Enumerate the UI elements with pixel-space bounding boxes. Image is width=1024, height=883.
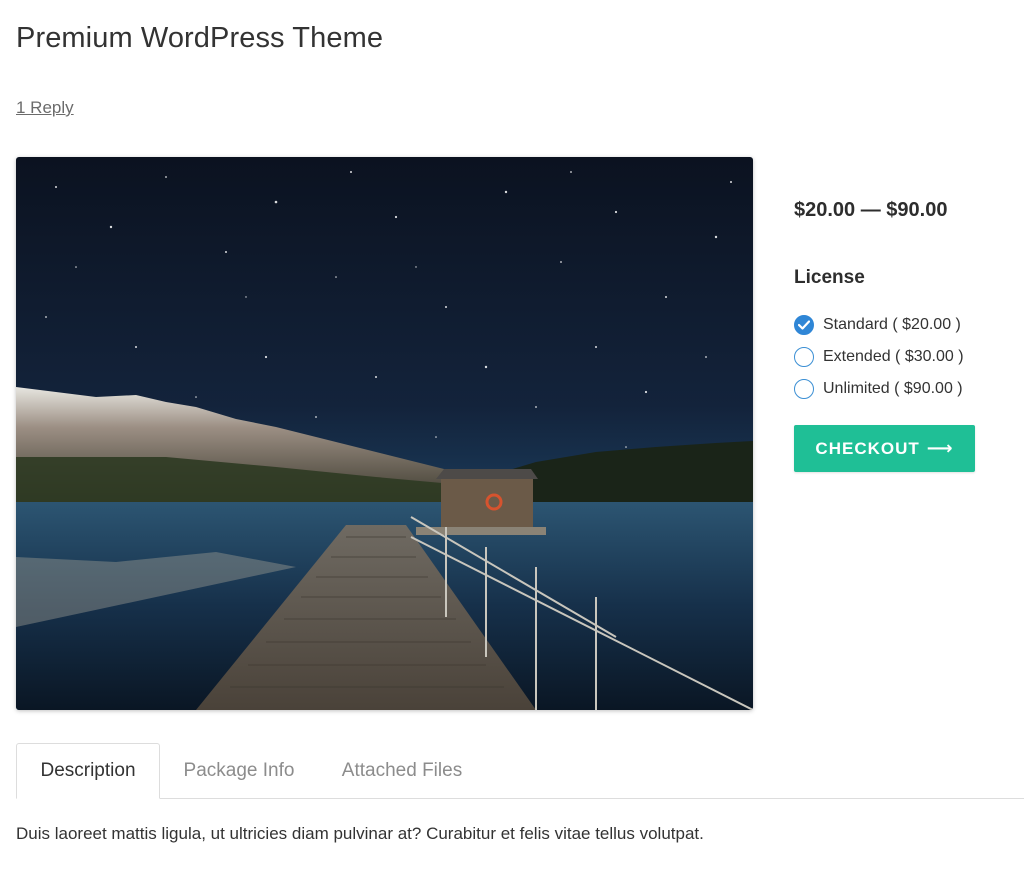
radio-checked-icon[interactable] xyxy=(794,315,814,335)
license-option-label: Unlimited ( $90.00 ) xyxy=(823,380,963,397)
license-option-standard[interactable]: Standard ( $20.00 ) xyxy=(794,309,964,341)
checkout-button[interactable]: CHECKOUT ⟶ xyxy=(794,425,975,472)
license-option-label: Standard ( $20.00 ) xyxy=(823,316,961,333)
tab-attached-files[interactable]: Attached Files xyxy=(328,743,476,799)
price-range: $20.00 — $90.00 xyxy=(794,199,948,221)
description-text: Duis laoreet mattis ligula, ut ultricies… xyxy=(16,824,704,843)
product-tabs: Description Package Info Attached Files xyxy=(16,743,1024,799)
reply-link[interactable]: 1 Reply xyxy=(16,98,74,118)
product-image xyxy=(16,157,753,710)
radio-unchecked-icon[interactable] xyxy=(794,347,814,367)
tab-description[interactable]: Description xyxy=(16,743,160,799)
arrow-right-icon: ⟶ xyxy=(926,438,954,458)
page-title: Premium WordPress Theme xyxy=(16,22,384,54)
license-option-label: Extended ( $30.00 ) xyxy=(823,348,964,365)
license-options: Standard ( $20.00 ) Extended ( $30.00 ) … xyxy=(794,309,964,405)
license-option-unlimited[interactable]: Unlimited ( $90.00 ) xyxy=(794,373,964,405)
radio-unchecked-icon[interactable] xyxy=(794,379,814,399)
tab-package-info[interactable]: Package Info xyxy=(168,743,310,799)
license-option-extended[interactable]: Extended ( $30.00 ) xyxy=(794,341,964,373)
checkout-label: CHECKOUT xyxy=(815,438,920,458)
license-title: License xyxy=(794,267,865,288)
